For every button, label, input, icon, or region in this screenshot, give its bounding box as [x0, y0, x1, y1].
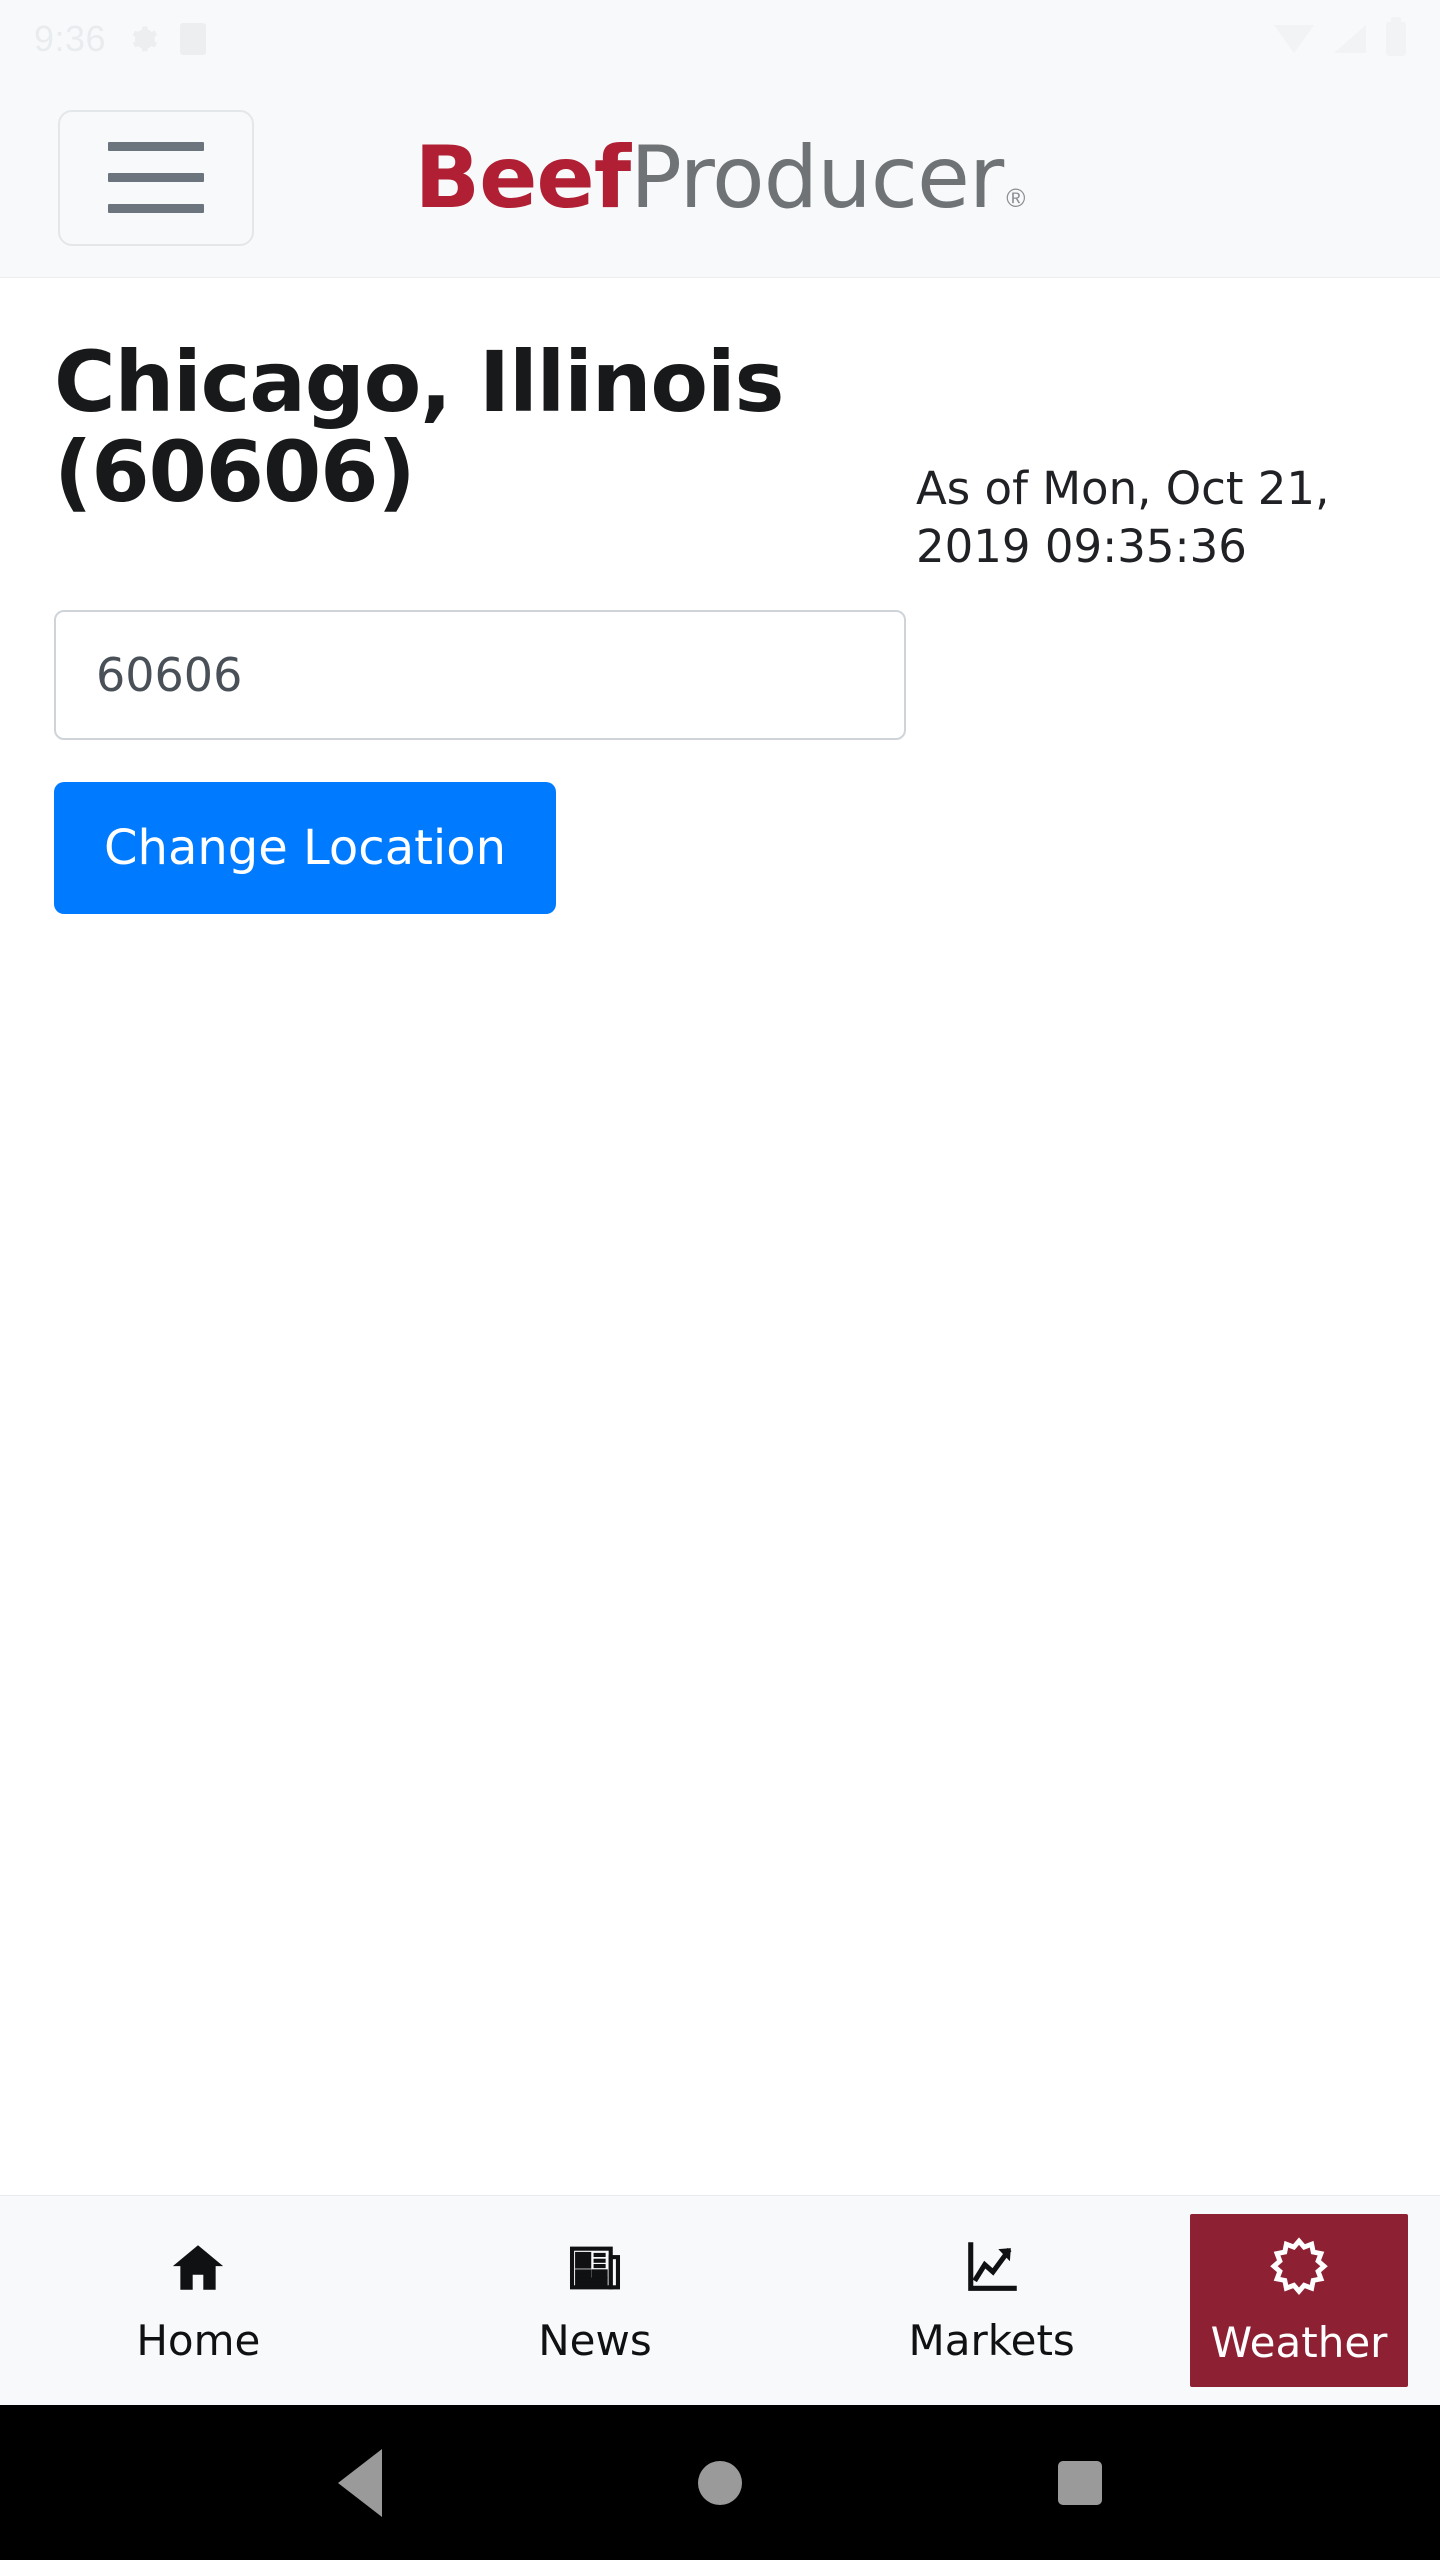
hamburger-line-3	[108, 204, 204, 213]
status-bar-left: 9:36	[34, 18, 207, 60]
main-content: Chicago, Illinois (60606) As of Mon, Oct…	[0, 278, 1440, 2195]
tab-markets[interactable]: Markets	[793, 2196, 1190, 2405]
as-of-timestamp: As of Mon, Oct 21, 2019 09:35:36	[916, 462, 1330, 573]
headline-row: Chicago, Illinois (60606) As of Mon, Oct…	[54, 333, 1386, 588]
tab-weather[interactable]: Weather	[1190, 2214, 1409, 2387]
change-location-button[interactable]: Change Location	[54, 782, 557, 914]
android-status-bar: 9:36	[0, 0, 1440, 78]
tab-news[interactable]: News	[397, 2196, 794, 2405]
gear-icon	[128, 24, 158, 54]
house-icon	[167, 2239, 229, 2302]
app-header: Beef Producer ®	[0, 78, 1440, 278]
tab-news-label: News	[538, 2316, 652, 2365]
tab-home[interactable]: Home	[0, 2196, 397, 2405]
android-nav-bar	[0, 2405, 1440, 2560]
chart-line-icon	[961, 2239, 1023, 2302]
registered-mark-icon: ®	[1006, 182, 1026, 213]
bottom-tab-bar: Home News Markets Weather	[0, 2195, 1440, 2405]
hamburger-line-2	[108, 173, 204, 182]
brand-logo[interactable]: Beef Producer ®	[415, 128, 1026, 228]
cell-signal-icon	[1334, 25, 1366, 53]
tab-home-label: Home	[136, 2316, 261, 2365]
sun-icon	[1266, 2237, 1332, 2304]
tab-markets-label: Markets	[908, 2316, 1075, 2365]
hamburger-line-1	[108, 142, 204, 151]
zip-code-input[interactable]	[54, 610, 906, 740]
hamburger-menu-button[interactable]	[58, 109, 254, 246]
brand-secondary-text: Producer	[630, 127, 1004, 228]
status-clock: 9:36	[34, 18, 107, 59]
recents-square-icon[interactable]	[1058, 2460, 1102, 2505]
status-bar-right	[1274, 17, 1406, 56]
home-circle-icon[interactable]	[698, 2460, 742, 2505]
newspaper-icon	[564, 2239, 626, 2302]
brand-primary-text: Beef	[414, 127, 632, 228]
back-triangle-icon[interactable]	[338, 2448, 382, 2517]
wifi-icon	[1274, 25, 1314, 53]
app-square-icon	[180, 23, 207, 55]
tab-weather-label: Weather	[1210, 2318, 1388, 2367]
battery-icon	[1386, 17, 1406, 56]
phone-screen: 9:36 Beef Producer ® Chicago, Illinois (…	[0, 0, 1440, 2560]
page-title: Chicago, Illinois (60606)	[54, 333, 784, 521]
